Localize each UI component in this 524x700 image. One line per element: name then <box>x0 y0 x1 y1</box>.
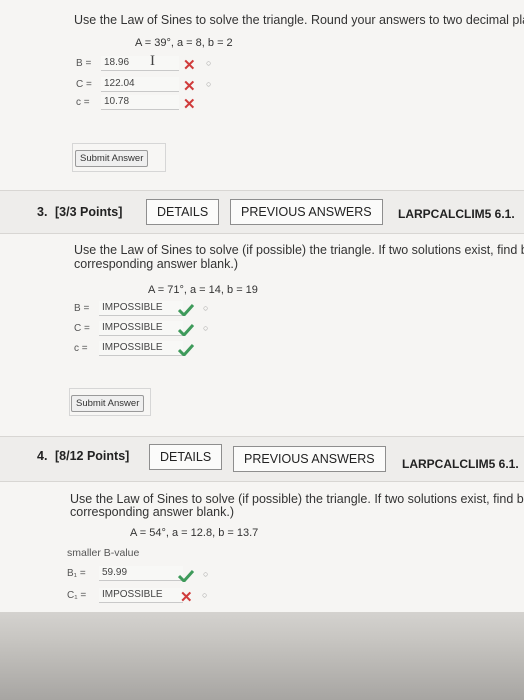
text-cursor-icon: I <box>150 53 155 69</box>
q2-label-C: C = <box>76 79 92 90</box>
q2-prompt: Use the Law of Sines to solve the triang… <box>74 13 524 27</box>
q3-answer-B-field[interactable]: IMPOSSIBLE <box>99 301 183 316</box>
q4-answer-C1-field[interactable]: IMPOSSIBLE <box>99 588 183 603</box>
q2-answer-c-field[interactable]: 10.78 <box>101 95 179 110</box>
q4-previous-answers-button[interactable]: PREVIOUS ANSWERS <box>233 446 386 472</box>
incorrect-x-icon: ✕ <box>183 57 196 74</box>
q2-label-c: c = <box>76 97 90 108</box>
q3-points: [3/3 Points] <box>55 205 123 219</box>
q3-prompt-line2: corresponding answer blank.) <box>74 257 238 271</box>
q4-label-B1: B₁ = <box>67 568 86 579</box>
q3-number: 3. <box>37 205 48 219</box>
q3-previous-answers-button[interactable]: PREVIOUS ANSWERS <box>230 199 383 225</box>
q3-answer-c-field[interactable]: IMPOSSIBLE <box>99 341 183 356</box>
q4-given: A = 54°, a = 12.8, b = 13.7 <box>130 527 259 539</box>
q2-answer-C-field[interactable]: 122.04 <box>101 77 179 92</box>
info-dot-icon[interactable]: ○ <box>203 303 208 313</box>
q3-given: A = 71°, a = 14, b = 19 <box>148 284 258 296</box>
q4-answer-B1-field[interactable]: 59.99 <box>99 566 183 581</box>
info-dot-icon[interactable]: ○ <box>203 323 208 333</box>
info-dot-icon[interactable]: ○ <box>206 58 211 68</box>
q3-label-C: C = <box>74 323 90 334</box>
q4-points: [8/12 Points] <box>55 449 130 463</box>
correct-check-icon <box>178 324 194 336</box>
q3-label-c: c = <box>74 343 88 354</box>
q2-given: A = 39°, a = 8, b = 2 <box>135 37 233 49</box>
q4-label-C1: C₁ = <box>67 590 87 601</box>
q3-prompt-line1: Use the Law of Sines to solve (if possib… <box>74 243 524 257</box>
q3-answer-C-field[interactable]: IMPOSSIBLE <box>99 321 183 336</box>
incorrect-x-icon: ✕ <box>180 589 193 606</box>
q4-course-code: LARPCALCLIM5 6.1. <box>402 457 519 471</box>
q2-answer-B-field[interactable]: 18.96 <box>101 56 179 71</box>
q3-course-code: LARPCALCLIM5 6.1. <box>398 207 515 221</box>
q2-submit-button[interactable]: Submit Answer <box>75 150 149 167</box>
q3-details-button[interactable]: DETAILS <box>146 199 220 225</box>
q4-sub-heading: smaller B-value <box>67 547 140 559</box>
info-dot-icon[interactable]: ○ <box>203 569 208 579</box>
incorrect-x-icon: ✕ <box>183 96 196 113</box>
q4-details-button[interactable]: DETAILS <box>149 444 223 470</box>
q3-label-B: B = <box>74 303 90 314</box>
q4-prompt-line1: Use the Law of Sines to solve (if possib… <box>70 492 524 506</box>
q4-prompt-line2: corresponding answer blank.) <box>70 505 234 519</box>
info-dot-icon[interactable]: ○ <box>202 590 207 600</box>
q4-number: 4. <box>37 449 48 463</box>
correct-check-icon <box>178 344 194 356</box>
screen-bezel <box>0 612 524 700</box>
q3-submit-button[interactable]: Submit Answer <box>71 395 145 412</box>
webassign-page: Use the Law of Sines to solve the triang… <box>0 0 524 612</box>
correct-check-icon <box>178 570 194 582</box>
q2-label-B: B = <box>76 58 92 69</box>
incorrect-x-icon: ✕ <box>183 78 196 95</box>
info-dot-icon[interactable]: ○ <box>206 79 211 89</box>
correct-check-icon <box>178 304 194 316</box>
